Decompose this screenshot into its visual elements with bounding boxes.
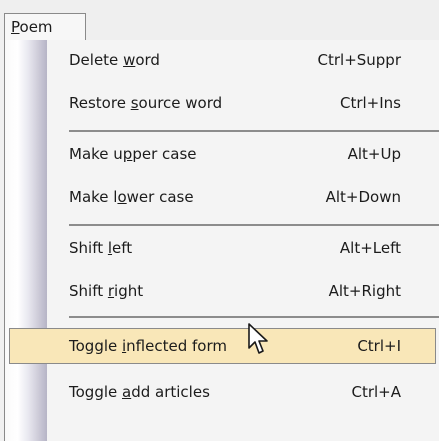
menu-poem-mnemonic: P (11, 18, 20, 36)
menu-item-shortcut: Ctrl+Suppr (317, 51, 402, 69)
menu-item-label: Delete word (69, 51, 160, 69)
app-root: Poem Delete word Ctrl+Suppr Restore sour… (0, 0, 439, 441)
menu-item-label: Toggle add articles (69, 383, 210, 401)
arrow-pointer-icon (248, 323, 268, 354)
menu-item-delete-word[interactable]: Delete word Ctrl+Suppr (5, 40, 439, 80)
menu-item-shortcut: Ctrl+I (357, 337, 401, 355)
menu-item-toggle-inflected-form[interactable]: Toggle inflected form Ctrl+I (5, 326, 439, 366)
menu-item-make-upper-case[interactable]: Make upper case Alt+Up (5, 134, 439, 174)
menu-item-shortcut: Ctrl+A (351, 383, 401, 401)
poem-dropdown-menu: Delete word Ctrl+Suppr Restore source wo… (4, 40, 439, 441)
menu-separator (69, 224, 439, 226)
menu-item-label: Make lower case (69, 188, 194, 206)
menu-item-shortcut: Ctrl+Ins (339, 94, 401, 112)
menu-item-shift-right[interactable]: Shift right Alt+Right (5, 271, 439, 311)
menu-item-label: Restore source word (69, 94, 223, 112)
menu-item-restore-source-word[interactable]: Restore source word Ctrl+Ins (5, 83, 439, 123)
menu-poem[interactable]: Poem (4, 13, 86, 41)
menu-separator (69, 316, 439, 318)
menu-item-shortcut: Alt+Down (325, 188, 401, 206)
menu-poem-rest: oem (19, 18, 53, 36)
menu-item-shortcut: Alt+Right (328, 282, 401, 300)
menu-separator (69, 130, 439, 132)
menu-item-shortcut: Alt+Left (339, 239, 401, 257)
menu-item-shortcut: Alt+Up (347, 145, 401, 163)
menu-item-label: Shift right (69, 282, 144, 300)
menu-item-label: Toggle inflected form (69, 337, 227, 355)
menu-item-shift-left[interactable]: Shift left Alt+Left (5, 228, 439, 268)
menu-item-toggle-add-articles[interactable]: Toggle add articles Ctrl+A (5, 372, 439, 412)
menu-item-make-lower-case[interactable]: Make lower case Alt+Down (5, 177, 439, 217)
menu-item-label: Make upper case (69, 145, 197, 163)
menu-item-label: Shift left (69, 239, 133, 257)
menu-bar: Poem (0, 0, 439, 41)
